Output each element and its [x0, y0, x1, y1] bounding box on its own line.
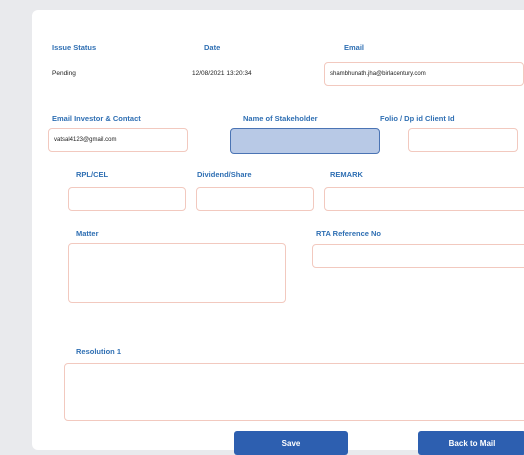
- stakeholder-label: Name of Stakeholder: [243, 114, 318, 123]
- matter-label: Matter: [76, 229, 99, 238]
- date-value: 12/08/2021 13:20:34: [192, 70, 252, 77]
- rpl-cel-input[interactable]: [68, 187, 186, 211]
- remark-label: REMARK: [330, 170, 363, 179]
- rpl-cel-label: RPL/CEL: [76, 170, 109, 179]
- email-investor-value: vatsal4123@gmail.com: [54, 137, 117, 143]
- back-to-mail-button[interactable]: Back to Mail: [418, 431, 524, 455]
- matter-textarea[interactable]: [68, 243, 286, 303]
- folio-input[interactable]: [408, 128, 518, 152]
- date-label: Date: [204, 43, 221, 52]
- email-value: shambhunath.jha@birlacentury.com: [330, 71, 426, 77]
- issue-status-value: Pending: [52, 70, 76, 77]
- remark-input[interactable]: [324, 187, 524, 211]
- dividend-input[interactable]: [196, 187, 314, 211]
- save-button[interactable]: Save: [234, 431, 348, 455]
- rta-reference-label: RTA Reference No: [316, 229, 382, 238]
- rta-reference-input[interactable]: [312, 244, 524, 268]
- email-investor-field[interactable]: vatsal4123@gmail.com: [48, 128, 188, 152]
- dividend-label: Dividend/Share: [197, 170, 252, 179]
- resolution-label: Resolution 1: [76, 347, 122, 356]
- resolution-textarea[interactable]: [64, 363, 524, 421]
- issue-status-label: Issue Status: [52, 43, 97, 52]
- folio-label: Folio / Dp id Client Id: [380, 114, 455, 123]
- stakeholder-input[interactable]: [230, 128, 380, 154]
- email-label: Email: [344, 43, 365, 52]
- complaint-form-card: Issue Status Date Email Pending 12/08/20…: [32, 10, 524, 455]
- email-value-box: shambhunath.jha@birlacentury.com: [324, 62, 524, 86]
- email-investor-label: Email Investor & Contact: [52, 114, 141, 123]
